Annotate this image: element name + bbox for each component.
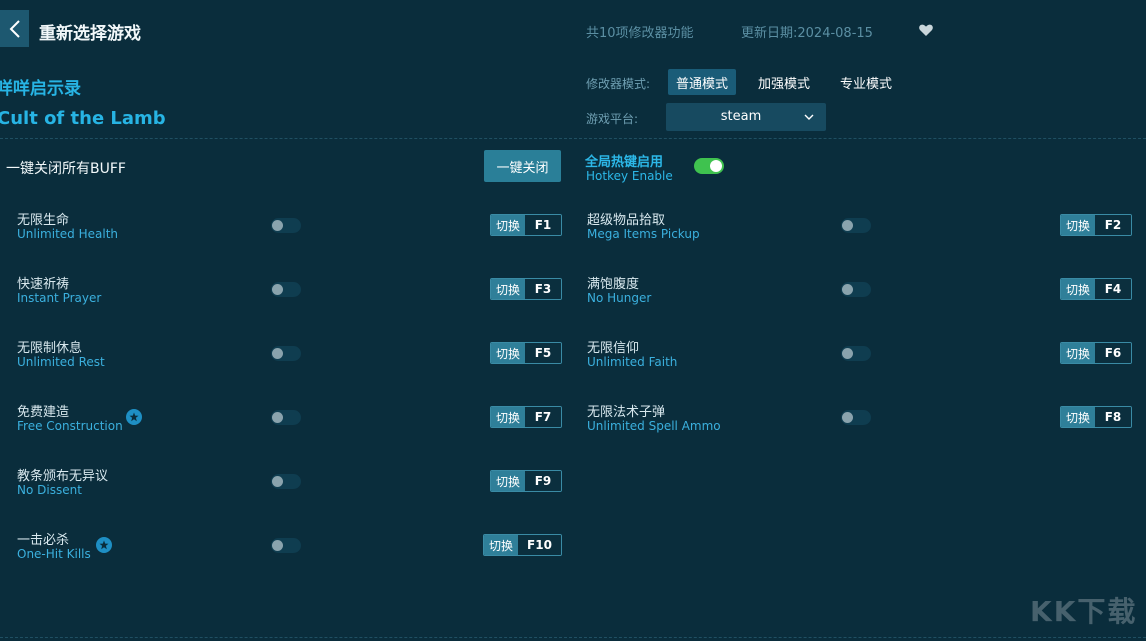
toggle-no-dissent[interactable] xyxy=(271,474,301,489)
switch-label: 切换 xyxy=(491,407,526,427)
hotkey-enable-switch[interactable] xyxy=(694,158,724,174)
toggle-no-hunger[interactable] xyxy=(841,282,871,297)
mode-pro-button[interactable]: 专业模式 xyxy=(832,69,900,95)
game-title-cn: 咩咩启示录 xyxy=(0,79,81,99)
cheat-name-cn: 免费建造 xyxy=(17,405,70,420)
game-title-en: Cult of the Lamb xyxy=(0,108,166,129)
page-title[interactable]: 重新选择游戏 xyxy=(39,19,141,44)
hotkey-button-f4[interactable]: 切换 F4 xyxy=(1060,278,1132,300)
hotkey-key: F9 xyxy=(525,471,561,491)
cheat-name-cn: 一击必杀 xyxy=(17,533,70,548)
star-icon xyxy=(126,409,142,425)
hotkey-button-f8[interactable]: 切换 F8 xyxy=(1060,406,1132,428)
update-date: 更新日期:2024-08-15 xyxy=(741,26,873,41)
hotkey-key: F1 xyxy=(525,215,561,235)
divider xyxy=(0,637,1146,638)
platform-value: steam xyxy=(720,109,762,124)
cheat-name-cn: 无限法术子弹 xyxy=(587,405,666,420)
hotkey-button-f6[interactable]: 切换 F6 xyxy=(1060,342,1132,364)
star-icon xyxy=(96,537,112,553)
hotkey-enable-label-cn: 全局热键启用 xyxy=(585,155,664,170)
hotkey-key: F7 xyxy=(525,407,561,427)
toggle-unlimited-spell-ammo[interactable] xyxy=(841,410,871,425)
platform-label: 游戏平台: xyxy=(586,112,639,126)
switch-label: 切换 xyxy=(1061,343,1096,363)
chevron-down-icon xyxy=(804,114,814,120)
cheat-name-cn: 快速祈祷 xyxy=(17,277,70,292)
hotkey-button-f7[interactable]: 切换 F7 xyxy=(490,406,562,428)
hotkey-button-f5[interactable]: 切换 F5 xyxy=(490,342,562,364)
cheat-name-cn: 教条颁布无异议 xyxy=(17,469,109,484)
cheat-name-en: No Hunger xyxy=(587,291,652,305)
hotkey-button-f2[interactable]: 切换 F2 xyxy=(1060,214,1132,236)
switch-label: 切换 xyxy=(491,279,526,299)
switch-label: 切换 xyxy=(1061,407,1096,427)
cheat-name-en: Unlimited Spell Ammo xyxy=(587,419,721,433)
cheat-name-en: No Dissent xyxy=(17,483,82,497)
hotkey-key: F4 xyxy=(1095,279,1131,299)
toggle-instant-prayer[interactable] xyxy=(271,282,301,297)
mode-normal-button[interactable]: 普通模式 xyxy=(668,69,737,95)
switch-label: 切换 xyxy=(491,471,526,491)
divider xyxy=(0,138,1146,139)
switch-label: 切换 xyxy=(1061,279,1096,299)
toggle-unlimited-rest[interactable] xyxy=(271,346,301,361)
cheat-name-cn: 满饱腹度 xyxy=(587,277,640,292)
hotkey-key: F5 xyxy=(525,343,561,363)
cheat-name-en: Unlimited Rest xyxy=(17,355,105,369)
toggle-free-construction[interactable] xyxy=(271,410,301,425)
hotkey-key: F8 xyxy=(1095,407,1131,427)
hotkey-button-f1[interactable]: 切换 F1 xyxy=(490,214,562,236)
cheat-name-en: One-Hit Kills xyxy=(17,547,91,561)
back-button[interactable] xyxy=(0,10,29,47)
chevron-left-icon xyxy=(9,19,20,38)
hotkey-key: F10 xyxy=(518,535,561,555)
hotkey-key: F2 xyxy=(1095,215,1131,235)
feature-count: 共10项修改器功能 xyxy=(586,26,694,41)
toggle-one-hit-kills[interactable] xyxy=(271,538,301,553)
toggle-unlimited-health[interactable] xyxy=(271,218,301,233)
switch-label: 切换 xyxy=(491,215,526,235)
switch-label: 切换 xyxy=(1061,215,1096,235)
cheat-name-en: Mega Items Pickup xyxy=(587,227,700,241)
close-all-button[interactable]: 一键关闭 xyxy=(484,150,561,182)
close-all-label: 一键关闭所有BUFF xyxy=(6,161,126,177)
cheat-name-cn: 无限制休息 xyxy=(17,341,83,356)
mode-label: 修改器模式: xyxy=(586,77,651,91)
cheat-name-en: Unlimited Health xyxy=(17,227,119,241)
hotkey-key: F3 xyxy=(525,279,561,299)
heart-icon[interactable] xyxy=(918,22,934,38)
cheat-name-cn: 无限信仰 xyxy=(587,341,640,356)
toggle-unlimited-faith[interactable] xyxy=(841,346,871,361)
toggle-mega-items-pickup[interactable] xyxy=(841,218,871,233)
mode-enhanced-button[interactable]: 加强模式 xyxy=(750,69,818,95)
hotkey-key: F6 xyxy=(1095,343,1131,363)
hotkey-button-f10[interactable]: 切换 F10 xyxy=(483,534,562,556)
platform-select[interactable]: steam xyxy=(666,103,826,131)
cheat-name-cn: 无限生命 xyxy=(17,213,70,228)
cheat-name-en: Unlimited Faith xyxy=(587,355,678,369)
watermark: KK下载 xyxy=(1030,595,1138,628)
switch-label: 切换 xyxy=(484,535,519,555)
switch-label: 切换 xyxy=(491,343,526,363)
hotkey-button-f9[interactable]: 切换 F9 xyxy=(490,470,562,492)
cheat-name-en: Free Construction xyxy=(17,419,123,433)
cheat-name-en: Instant Prayer xyxy=(17,291,102,305)
hotkey-button-f3[interactable]: 切换 F3 xyxy=(490,278,562,300)
cheat-name-cn: 超级物品拾取 xyxy=(587,213,666,228)
hotkey-enable-label-en: Hotkey Enable xyxy=(586,169,673,183)
